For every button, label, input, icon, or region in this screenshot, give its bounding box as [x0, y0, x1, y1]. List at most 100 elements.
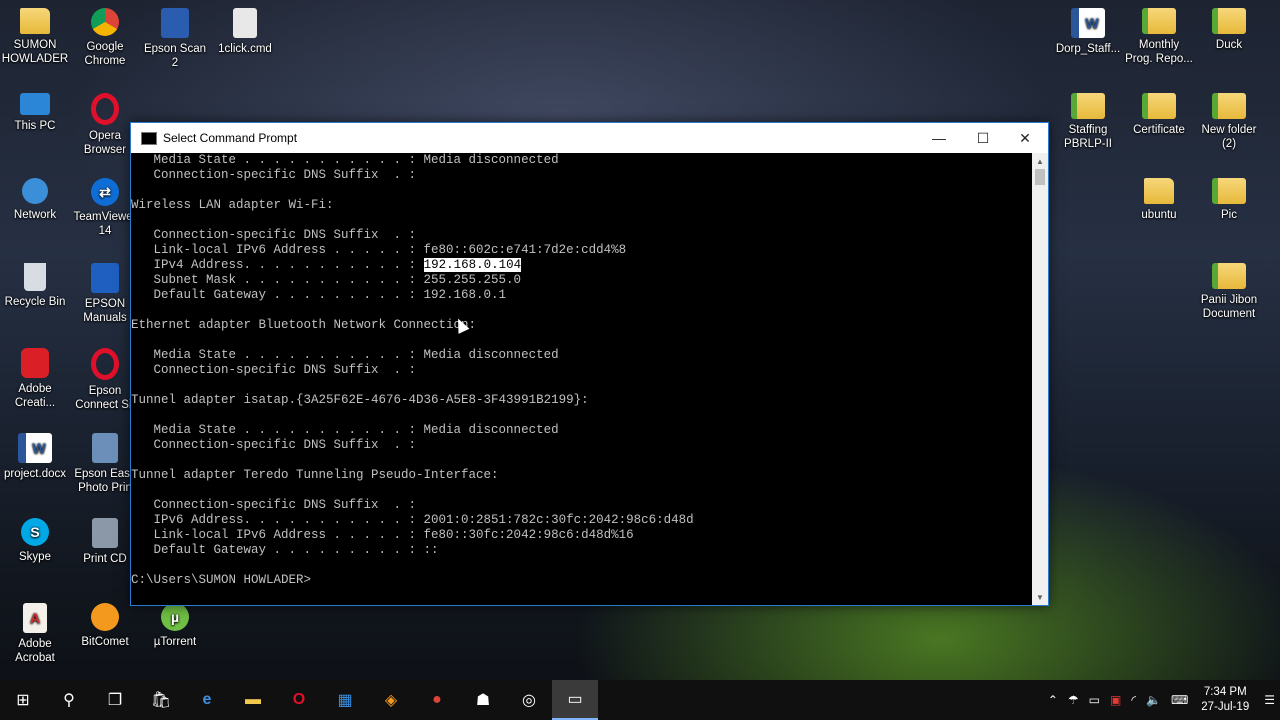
desktop-icon-recycle-bin[interactable]: Recycle Bin	[0, 263, 70, 309]
start-button[interactable]: ⊞	[0, 680, 46, 720]
calculator-icon[interactable]: ▦	[322, 680, 368, 720]
network-app-icon[interactable]: ☗	[460, 680, 506, 720]
desktop-icon-label: Staffing PBRLP-II	[1064, 124, 1112, 150]
desktop-icon-epson-scan-2[interactable]: Epson Scan 2	[140, 8, 210, 70]
desktop-icon-label: Skype	[19, 551, 51, 563]
desktop-icon-label: Adobe Acrobat	[15, 638, 55, 664]
window-titlebar[interactable]: Select Command Prompt — ☐ ✕	[131, 123, 1048, 153]
app-icon[interactable]: ◈	[368, 680, 414, 720]
opera-taskbar-icon[interactable]: O	[276, 680, 322, 720]
taskbar: ⊞ ⚲ ❐ 🛍 e ▬ O ▦ ◈ ● ☗ ◎ ▭ ⌃ ☂ ▭ ▣ ◜ 🔈 ⌨ …	[0, 680, 1280, 720]
notification-center-icon[interactable]: ☰	[1264, 693, 1275, 707]
folder-icon	[1142, 93, 1176, 119]
task-view-icon[interactable]: ❐	[92, 680, 138, 720]
folder-icon	[1144, 178, 1174, 204]
desktop-icon-dorp-staff[interactable]: W Dorp_Staff...	[1053, 8, 1123, 56]
console-line: Tunnel adapter isatap.{3A25F62E-4676-4D3…	[131, 393, 589, 407]
file-explorer-icon[interactable]: ▬	[230, 680, 276, 720]
console-line: Default Gateway . . . . . . . . . : 192.…	[131, 288, 507, 302]
minimize-button[interactable]: —	[917, 123, 961, 153]
desktop-icon-label: ubuntu	[1141, 209, 1177, 221]
desktop-icon-adobe-acrobat[interactable]: A Adobe Acrobat	[0, 603, 70, 665]
desktop-icon-google-chrome[interactable]: Google Chrome	[70, 8, 140, 68]
search-icon[interactable]: ⚲	[46, 680, 92, 720]
volume-icon[interactable]: 🔈	[1146, 693, 1161, 707]
console-line: IPv6 Address. . . . . . . . . . . : 2001…	[131, 513, 694, 527]
desktop-icon-label: This PC	[14, 120, 56, 132]
console-output[interactable]: Media State . . . . . . . . . . . : Medi…	[131, 153, 1031, 605]
acrobat-tray-icon[interactable]: ▣	[1110, 693, 1121, 707]
computer-icon	[20, 93, 50, 115]
desktop-icon-label: Dorp_Staff...	[1055, 43, 1121, 55]
photo-print-icon	[92, 433, 118, 463]
wifi-icon[interactable]: ◜	[1131, 693, 1136, 707]
clock[interactable]: 7:34 PM 27-Jul-19	[1201, 685, 1249, 715]
console-line: Media State . . . . . . . . . . . : Medi…	[131, 153, 559, 167]
cmd-file-icon	[233, 8, 257, 38]
desktop-icon-1click-cmd[interactable]: 1click.cmd	[210, 8, 280, 56]
system-tray: ⌃ ☂ ▭ ▣ ◜ 🔈 ⌨ 7:34 PM 27-Jul-19 ☰	[1043, 680, 1280, 720]
console-line: Connection-specific DNS Suffix . :	[131, 438, 417, 452]
folder-icon	[1212, 263, 1246, 289]
desktop-icon-label: Duck	[1215, 39, 1243, 51]
acrobat-icon: A	[23, 603, 47, 633]
scroll-thumb[interactable]	[1035, 169, 1045, 185]
desktop-icon-panii-jibon-document[interactable]: Panii Jibon Document	[1194, 263, 1264, 321]
desktop-icon-pic[interactable]: Pic	[1194, 178, 1264, 222]
desktop-icon-adobe-creative[interactable]: Adobe Creati...	[0, 348, 70, 410]
network-status-icon[interactable]: ☂	[1068, 693, 1079, 707]
desktop-icon-project-docx[interactable]: W project.docx	[0, 433, 70, 481]
show-hidden-icons-icon[interactable]: ⌃	[1048, 693, 1058, 707]
desktop-icon-label: 1click.cmd	[218, 43, 272, 55]
desktop-icon-label: Certificate	[1133, 124, 1185, 136]
desktop-icon-this-pc[interactable]: This PC	[0, 93, 70, 133]
command-prompt-window[interactable]: Select Command Prompt — ☐ ✕ Media State …	[130, 122, 1049, 606]
desktop-icon-staffing-pbrlp-ii[interactable]: Staffing PBRLP-II	[1053, 93, 1123, 151]
store-icon[interactable]: 🛍	[138, 680, 184, 720]
folder-icon	[1071, 93, 1105, 119]
close-button[interactable]: ✕	[1003, 123, 1047, 153]
desktop-icon-certificate[interactable]: Certificate	[1124, 93, 1194, 137]
battery-icon[interactable]: ▭	[1089, 693, 1100, 707]
scroll-up-arrow-icon[interactable]: ▲	[1032, 153, 1048, 169]
desktop-icon-label: Google Chrome	[84, 41, 126, 67]
vertical-scrollbar[interactable]: ▲ ▼	[1032, 153, 1048, 605]
print-cd-icon	[92, 518, 118, 548]
desktop-icon-network[interactable]: Network	[0, 178, 70, 222]
maximize-button[interactable]: ☐	[961, 123, 1005, 153]
desktop-icon-duck[interactable]: Duck	[1194, 8, 1264, 52]
desktop-icon-new-folder-2[interactable]: New folder (2)	[1194, 93, 1264, 151]
command-prompt-taskbar-icon[interactable]: ▭	[552, 680, 598, 720]
desktop-icon-monthly-prog-repo[interactable]: Monthly Prog. Repo...	[1124, 8, 1194, 66]
chrome-taskbar-icon[interactable]: ●	[414, 680, 460, 720]
desktop-icon-skype[interactable]: S Skype	[0, 518, 70, 564]
edge-icon[interactable]: e	[184, 680, 230, 720]
console-line: Subnet Mask . . . . . . . . . . . : 255.…	[131, 273, 522, 287]
desktop-icon-bitcomet[interactable]: BitComet	[70, 603, 140, 649]
ipv4-selection[interactable]: 192.168.0.104	[423, 258, 522, 272]
app-icon-2[interactable]: ◎	[506, 680, 552, 720]
user-folder-icon	[20, 8, 50, 34]
scroll-down-arrow-icon[interactable]: ▼	[1032, 589, 1048, 605]
window-title: Select Command Prompt	[163, 131, 298, 145]
desktop-icon-ubuntu[interactable]: ubuntu	[1124, 178, 1194, 222]
desktop-icon-label: Adobe Creati...	[14, 383, 56, 409]
console-prompt[interactable]: C:\Users\SUMON HOWLADER>	[131, 573, 1031, 588]
desktop-icon-label: BitComet	[81, 636, 129, 648]
teamviewer-icon: ⇄	[91, 178, 119, 206]
desktop-icon-label: Monthly Prog. Repo...	[1125, 39, 1193, 65]
network-icon	[22, 178, 48, 204]
console-line-ipv4: IPv4 Address. . . . . . . . . . . : 192.…	[131, 258, 1031, 273]
desktop-icon-sumon-howlader[interactable]: SUMON HOWLADER	[0, 8, 70, 66]
desktop-icon-utorrent[interactable]: µ µTorrent	[140, 603, 210, 649]
folder-icon	[1212, 178, 1246, 204]
console-line: Connection-specific DNS Suffix . :	[131, 168, 417, 182]
keyboard-icon[interactable]: ⌨	[1171, 693, 1188, 707]
